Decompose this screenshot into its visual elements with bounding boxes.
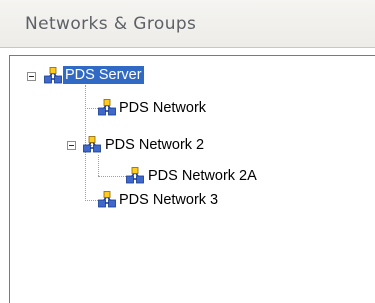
- network-icon: [98, 191, 116, 208]
- network-icon: [126, 167, 144, 184]
- collapse-toggle-pds-network-2[interactable]: [67, 141, 76, 150]
- tree-node-pds-network-2a[interactable]: PDS Network 2A: [146, 167, 259, 185]
- network-icon: [98, 99, 116, 116]
- tree-connector: [98, 176, 126, 177]
- networks-groups-window: Networks & Groups PDS Server PDS Network…: [0, 0, 375, 303]
- panel-header: Networks & Groups: [0, 0, 375, 48]
- tree-connector: [85, 200, 98, 201]
- tree-node-pds-server[interactable]: PDS Server: [63, 66, 144, 84]
- network-icon: [83, 136, 101, 153]
- collapse-toggle-pds-server[interactable]: [27, 72, 36, 81]
- tree-connector: [85, 108, 98, 109]
- network-tree[interactable]: PDS Server PDS Network PDS Network 2 PDS…: [9, 55, 375, 303]
- tree-node-pds-network-2[interactable]: PDS Network 2: [103, 136, 206, 154]
- network-server-icon: [44, 67, 62, 84]
- tree-node-pds-network-3[interactable]: PDS Network 3: [117, 191, 220, 209]
- panel-title: Networks & Groups: [25, 14, 197, 34]
- tree-connector: [98, 155, 99, 176]
- tree-node-pds-network[interactable]: PDS Network: [117, 99, 208, 117]
